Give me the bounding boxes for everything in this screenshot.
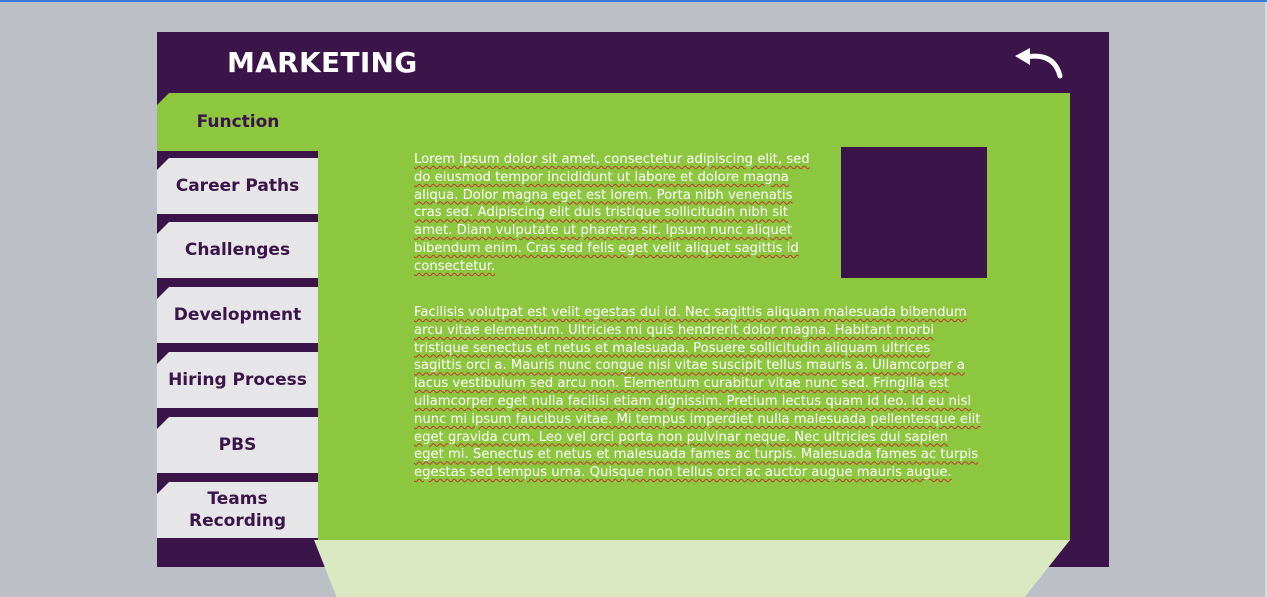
tab-challenges[interactable]: Challenges [157,222,318,278]
back-arrow-icon [1015,48,1063,79]
tab-teams-recording[interactable]: Teams Recording [157,482,318,538]
image-placeholder [841,147,987,278]
tab-hiring-process[interactable]: Hiring Process [157,352,318,408]
back-button[interactable] [1010,44,1070,86]
tab-career-paths[interactable]: Career Paths [157,158,318,214]
content-shadow [314,540,1070,597]
tab-function-label: Function [196,112,280,132]
tab-pbs[interactable]: PBS [157,417,318,473]
tab-function[interactable]: Function [157,93,319,151]
content-paragraph-2: Facilisis volutpat est velit egestas dui… [414,305,981,481]
top-border [0,0,1267,2]
page-title: MARKETING [227,46,418,79]
tab-development[interactable]: Development [157,287,318,343]
content-paragraph-1: Lorem ipsum dolor sit amet, consectetur … [414,152,810,274]
